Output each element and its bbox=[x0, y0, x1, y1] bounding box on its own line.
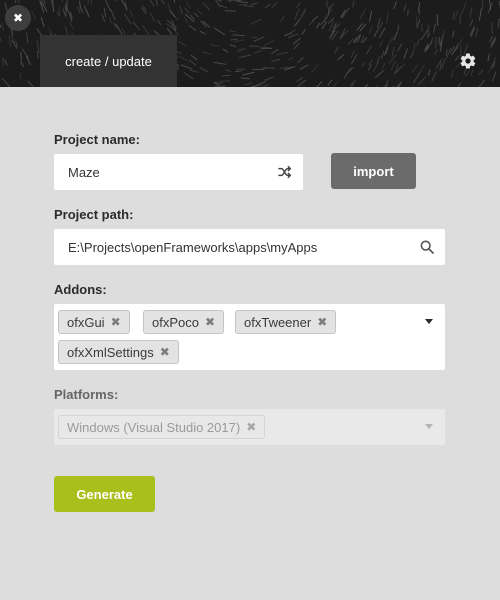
addons-field[interactable]: ofxGui ✖ ofxPoco ✖ ofxTweener ✖ ofxXmlSe… bbox=[54, 304, 445, 370]
close-icon: ✖ bbox=[12, 11, 24, 25]
addon-tag-label: ofxTweener bbox=[244, 314, 312, 330]
project-name-field bbox=[54, 154, 303, 190]
header-bar: ✖ create / update bbox=[0, 0, 500, 87]
addon-tag-label: ofxPoco bbox=[152, 314, 199, 330]
remove-tag-icon[interactable]: ✖ bbox=[111, 315, 121, 329]
remove-tag-icon[interactable]: ✖ bbox=[205, 315, 215, 329]
import-button-label: import bbox=[353, 163, 394, 179]
tab-label: create / update bbox=[65, 53, 152, 69]
gear-icon[interactable] bbox=[459, 52, 477, 70]
addon-tag-ofxgui: ofxGui ✖ bbox=[58, 310, 130, 334]
chevron-down-icon[interactable] bbox=[425, 319, 433, 324]
project-path-label: Project path: bbox=[54, 207, 134, 222]
platform-tag-windows: Windows (Visual Studio 2017) ✖ bbox=[58, 415, 266, 439]
addon-tag-ofxpoco: ofxPoco ✖ bbox=[143, 310, 225, 334]
platforms-field: Windows (Visual Studio 2017) ✖ bbox=[54, 409, 445, 445]
remove-tag-icon: ✖ bbox=[246, 420, 257, 434]
platforms-label: Platforms: bbox=[54, 387, 119, 402]
project-path-field bbox=[54, 229, 445, 265]
generate-button-label: Generate bbox=[76, 486, 133, 502]
remove-tag-icon[interactable]: ✖ bbox=[317, 315, 327, 329]
project-name-label: Project name: bbox=[54, 132, 140, 147]
addon-tag-label: ofxGui bbox=[67, 314, 105, 330]
addon-tag-ofxtweener: ofxTweener ✖ bbox=[235, 310, 337, 334]
import-button[interactable]: import bbox=[331, 153, 416, 189]
generate-button[interactable]: Generate bbox=[54, 476, 155, 512]
remove-tag-icon[interactable]: ✖ bbox=[160, 345, 170, 359]
addon-tag-ofxxmlsettings: ofxXmlSettings ✖ bbox=[58, 340, 179, 364]
chevron-down-icon bbox=[425, 424, 433, 429]
project-path-input[interactable] bbox=[68, 229, 408, 265]
project-name-input[interactable] bbox=[68, 154, 255, 190]
shuffle-icon[interactable] bbox=[277, 164, 293, 180]
tab-create-update[interactable]: create / update bbox=[40, 35, 177, 87]
addons-label: Addons: bbox=[54, 282, 107, 297]
close-button[interactable]: ✖ bbox=[5, 5, 31, 31]
platform-tag-label: Windows (Visual Studio 2017) bbox=[67, 419, 241, 435]
search-icon[interactable] bbox=[419, 239, 435, 255]
addon-tag-label: ofxXmlSettings bbox=[67, 344, 154, 360]
